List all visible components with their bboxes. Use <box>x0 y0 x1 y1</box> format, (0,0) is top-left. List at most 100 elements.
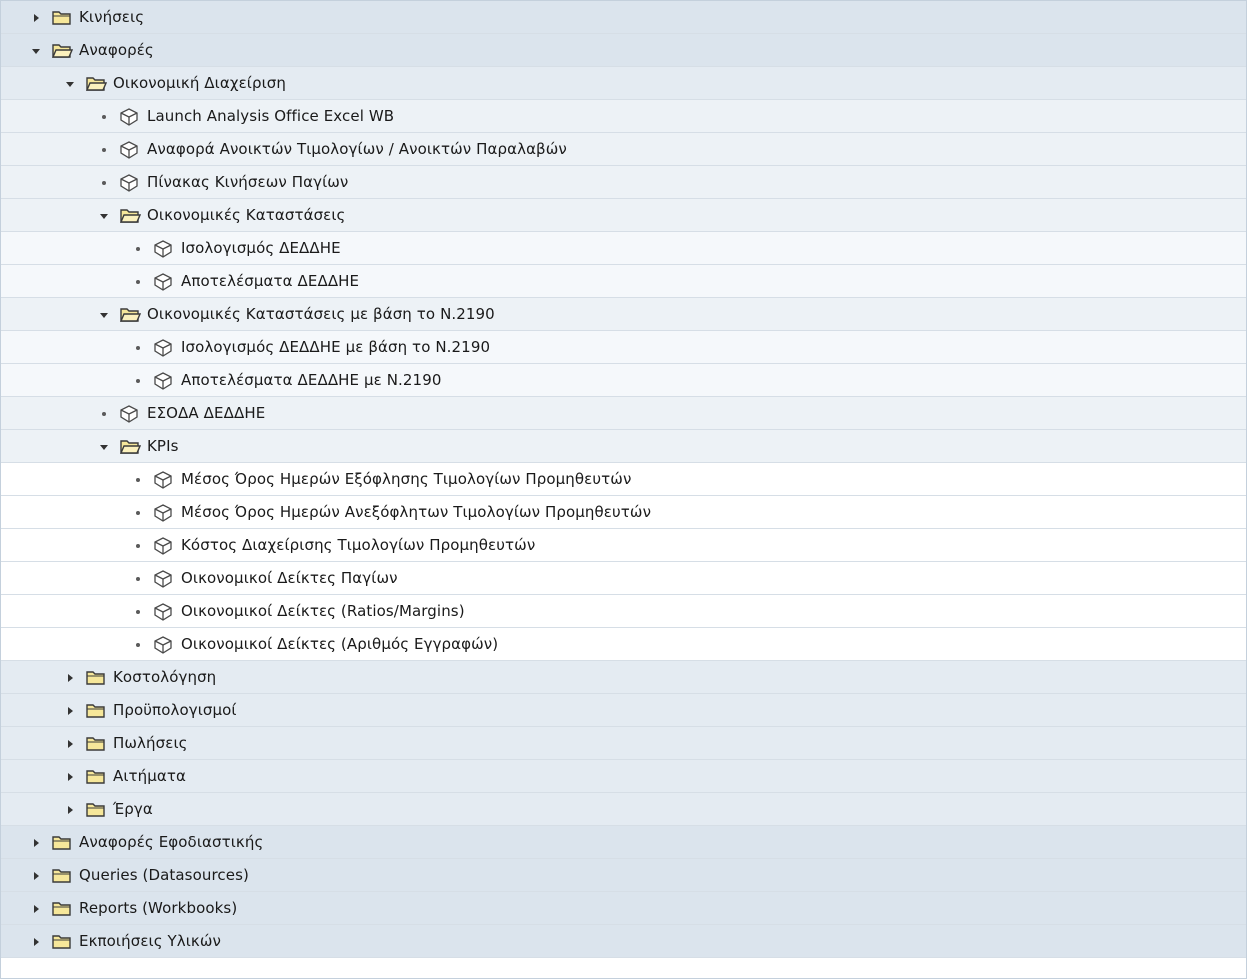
expand-arrow-down-icon[interactable] <box>97 209 111 223</box>
tree-node-content: Launch Analysis Office Excel WB <box>97 100 394 133</box>
bullet-icon <box>97 407 111 421</box>
tree-node-label[interactable]: Launch Analysis Office Excel WB <box>147 100 394 133</box>
tree-folder-row[interactable]: Queries (Datasources) <box>1 859 1246 892</box>
expand-arrow-down-icon[interactable] <box>63 77 77 91</box>
folder-icon <box>51 900 73 918</box>
tree-folder-row[interactable]: KPIs <box>1 430 1246 463</box>
tree-node-label[interactable]: Οικονομική Διαχείριση <box>113 67 286 100</box>
tree-node-label[interactable]: Αποτελέσματα ΔΕΔΔΗΕ με Ν.2190 <box>181 364 442 397</box>
expand-arrow-right-icon[interactable] <box>29 11 43 25</box>
tree-report-row[interactable]: Ισολογισμός ΔΕΔΔΗΕ με βάση το Ν.2190 <box>1 331 1246 364</box>
bullet-icon <box>131 605 145 619</box>
tree-node-label[interactable]: Reports (Workbooks) <box>79 892 237 925</box>
folder-icon <box>51 933 73 951</box>
tree-report-row[interactable]: Κόστος Διαχείρισης Τιμολογίων Προμηθευτώ… <box>1 529 1246 562</box>
tree-folder-row[interactable]: Reports (Workbooks) <box>1 892 1246 925</box>
tree-folder-row[interactable]: Έργα <box>1 793 1246 826</box>
folder-icon <box>51 834 73 852</box>
bullet-icon <box>131 473 145 487</box>
expand-arrow-down-icon[interactable] <box>97 308 111 322</box>
expand-arrow-right-icon[interactable] <box>63 737 77 751</box>
tree-node-label[interactable]: Κόστος Διαχείρισης Τιμολογίων Προμηθευτώ… <box>181 529 535 562</box>
tree-node-label[interactable]: Αποτελέσματα ΔΕΔΔΗΕ <box>181 265 359 298</box>
tree-folder-row[interactable]: Εκποιήσεις Υλικών <box>1 925 1246 958</box>
tree-report-row[interactable]: Οικονομικοί Δείκτες Παγίων <box>1 562 1246 595</box>
tree-node-label[interactable]: Αιτήματα <box>113 760 186 793</box>
tree-node-label[interactable]: Αναφορά Ανοικτών Τιμολογίων / Ανοικτών Π… <box>147 133 567 166</box>
tree-node-label[interactable]: Προϋπολογισμοί <box>113 694 237 727</box>
tree-node-label[interactable]: Οικονομικές Καταστάσεις <box>147 199 345 232</box>
tree-node-label[interactable]: Μέσος Όρος Ημερών Εξόφλησης Τιμολογίων Π… <box>181 463 631 496</box>
tree-report-row[interactable]: Πίνακας Κινήσεων Παγίων <box>1 166 1246 199</box>
tree-node-content: Οικονομικοί Δείκτες Παγίων <box>131 562 398 595</box>
expand-arrow-right-icon[interactable] <box>63 704 77 718</box>
tree-node-label[interactable]: KPIs <box>147 430 179 463</box>
tree-folder-row[interactable]: Προϋπολογισμοί <box>1 694 1246 727</box>
tree-folder-row[interactable]: Αναφορές Εφοδιαστικής <box>1 826 1246 859</box>
expand-arrow-right-icon[interactable] <box>29 935 43 949</box>
tree-node-label[interactable]: Αναφορές <box>79 34 154 67</box>
tree-folder-row[interactable]: Αιτήματα <box>1 760 1246 793</box>
bullet-icon <box>97 176 111 190</box>
tree-node-label[interactable]: Πωλήσεις <box>113 727 188 760</box>
expand-arrow-right-icon[interactable] <box>63 770 77 784</box>
tree-node-label[interactable]: Ισολογισμός ΔΕΔΔΗΕ με βάση το Ν.2190 <box>181 331 490 364</box>
tree-node-content: Έργα <box>63 793 153 826</box>
tree-folder-row[interactable]: Οικονομική Διαχείριση <box>1 67 1246 100</box>
tree-node-label[interactable]: Κοστολόγηση <box>113 661 216 694</box>
tree-folder-row[interactable]: Οικονομικές Καταστάσεις <box>1 199 1246 232</box>
report-cube-icon <box>153 635 175 654</box>
tree-report-row[interactable]: Μέσος Όρος Ημερών Εξόφλησης Τιμολογίων Π… <box>1 463 1246 496</box>
tree-report-row[interactable]: Οικονομικοί Δείκτες (Ratios/Margins) <box>1 595 1246 628</box>
navigation-tree: Κινήσεις Αναφορές Οικονομική Διαχείριση Lau… <box>0 0 1247 979</box>
report-cube-icon <box>119 140 141 159</box>
tree-node-label[interactable]: Ισολογισμός ΔΕΔΔΗΕ <box>181 232 341 265</box>
folder-icon <box>51 9 73 27</box>
tree-node-label[interactable]: Οικονομικές Καταστάσεις με βάση το Ν.219… <box>147 298 495 331</box>
report-cube-icon <box>153 272 175 291</box>
tree-node-content: Οικονομικές Καταστάσεις με βάση το Ν.219… <box>97 298 495 331</box>
tree-folder-row[interactable]: Αναφορές <box>1 34 1246 67</box>
tree-report-row[interactable]: Αποτελέσματα ΔΕΔΔΗΕ με Ν.2190 <box>1 364 1246 397</box>
tree-report-row[interactable]: ΕΣΟΔΑ ΔΕΔΔΗΕ <box>1 397 1246 430</box>
tree-node-label[interactable]: Μέσος Όρος Ημερών Ανεξόφλητων Τιμολογίων… <box>181 496 651 529</box>
tree-folder-row[interactable]: Πωλήσεις <box>1 727 1246 760</box>
tree-report-row[interactable]: Launch Analysis Office Excel WB <box>1 100 1246 133</box>
expand-arrow-right-icon[interactable] <box>63 671 77 685</box>
tree-node-label[interactable]: ΕΣΟΔΑ ΔΕΔΔΗΕ <box>147 397 265 430</box>
tree-node-label[interactable]: Οικονομικοί Δείκτες Παγίων <box>181 562 398 595</box>
tree-node-label[interactable]: Queries (Datasources) <box>79 859 249 892</box>
tree-node-label[interactable]: Εκποιήσεις Υλικών <box>79 925 221 958</box>
report-cube-icon <box>153 470 175 489</box>
tree-report-row[interactable]: Αναφορά Ανοικτών Τιμολογίων / Ανοικτών Π… <box>1 133 1246 166</box>
folder-icon <box>85 801 107 819</box>
tree-node-content: Μέσος Όρος Ημερών Εξόφλησης Τιμολογίων Π… <box>131 463 631 496</box>
report-cube-icon <box>153 338 175 357</box>
tree-node-content: Εκποιήσεις Υλικών <box>29 925 221 958</box>
tree-folder-row[interactable]: Κινήσεις <box>1 1 1246 34</box>
tree-node-content: Αναφορά Ανοικτών Τιμολογίων / Ανοικτών Π… <box>97 133 567 166</box>
tree-node-label[interactable]: Έργα <box>113 793 153 826</box>
tree-node-content: ΕΣΟΔΑ ΔΕΔΔΗΕ <box>97 397 265 430</box>
expand-arrow-down-icon[interactable] <box>29 44 43 58</box>
tree-node-label[interactable]: Οικονομικοί Δείκτες (Αριθμός Εγγραφών) <box>181 628 498 661</box>
expand-arrow-right-icon[interactable] <box>29 902 43 916</box>
tree-folder-row[interactable]: Οικονομικές Καταστάσεις με βάση το Ν.219… <box>1 298 1246 331</box>
expand-arrow-down-icon[interactable] <box>97 440 111 454</box>
tree-report-row[interactable]: Ισολογισμός ΔΕΔΔΗΕ <box>1 232 1246 265</box>
tree-folder-row[interactable]: Κοστολόγηση <box>1 661 1246 694</box>
tree-node-content: KPIs <box>97 430 179 463</box>
folder-icon <box>85 735 107 753</box>
tree-node-label[interactable]: Πίνακας Κινήσεων Παγίων <box>147 166 348 199</box>
tree-report-row[interactable]: Μέσος Όρος Ημερών Ανεξόφλητων Τιμολογίων… <box>1 496 1246 529</box>
tree-report-row[interactable]: Οικονομικοί Δείκτες (Αριθμός Εγγραφών) <box>1 628 1246 661</box>
expand-arrow-right-icon[interactable] <box>29 869 43 883</box>
tree-report-row[interactable]: Αποτελέσματα ΔΕΔΔΗΕ <box>1 265 1246 298</box>
tree-node-label[interactable]: Οικονομικοί Δείκτες (Ratios/Margins) <box>181 595 465 628</box>
report-cube-icon <box>153 569 175 588</box>
tree-node-label[interactable]: Κινήσεις <box>79 1 144 34</box>
folder-open-icon <box>119 438 141 456</box>
tree-node-label[interactable]: Αναφορές Εφοδιαστικής <box>79 826 263 859</box>
expand-arrow-right-icon[interactable] <box>63 803 77 817</box>
expand-arrow-right-icon[interactable] <box>29 836 43 850</box>
